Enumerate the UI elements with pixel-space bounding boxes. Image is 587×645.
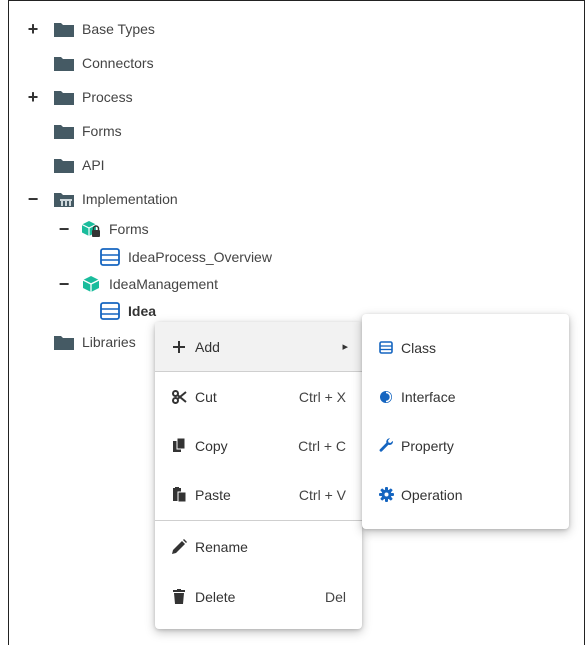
submenu-item-class[interactable]: Class — [362, 323, 569, 372]
tree-item-forms-package[interactable]: Forms — [81, 216, 149, 242]
tree-item-idea[interactable]: Idea — [100, 298, 156, 324]
menu-item-label: Cut — [195, 388, 217, 405]
shortcut-label: Ctrl + V — [298, 486, 346, 503]
submenu-item-label: Operation — [401, 486, 463, 503]
expand-toggle[interactable]: + — [27, 84, 39, 110]
pencil-icon — [171, 539, 187, 555]
class-icon — [378, 340, 394, 356]
shortcut-label: Del — [324, 588, 346, 605]
plus-icon — [171, 339, 187, 355]
collapse-toggle[interactable]: − — [58, 216, 70, 242]
tree-item-ideamanagement[interactable]: IdeaManagement — [81, 271, 218, 297]
tree-item-forms[interactable]: Forms — [54, 118, 122, 144]
tree-item-api[interactable]: API — [54, 152, 105, 178]
tree-item-base-types[interactable]: Base Types — [54, 16, 155, 42]
tree-item-label: Libraries — [82, 334, 136, 350]
class-icon — [100, 302, 120, 320]
submenu-item-property[interactable]: Property — [362, 421, 569, 470]
menu-item-delete[interactable]: Delete Del — [155, 572, 362, 621]
menu-item-label: Rename — [195, 538, 248, 555]
tree-item-label: Idea — [128, 303, 157, 319]
folder-icon — [54, 23, 74, 37]
add-submenu: Class Interface Property Operation — [362, 314, 569, 529]
folder-icon — [54, 91, 74, 105]
tree-item-label: IdeaManagement — [109, 276, 218, 292]
submenu-item-interface[interactable]: Interface — [362, 372, 569, 421]
menu-item-paste[interactable]: Paste Ctrl + V — [155, 470, 362, 519]
menu-item-label: Add — [195, 338, 220, 355]
tree-item-label: Forms — [82, 123, 122, 139]
submenu-item-label: Interface — [401, 388, 456, 405]
library-folder-icon — [54, 193, 74, 207]
context-menu: Add ▸ Cut Ctrl + X Copy Ctrl + C Paste C… — [155, 322, 362, 629]
copy-icon — [171, 438, 187, 454]
menu-item-cut[interactable]: Cut Ctrl + X — [155, 372, 362, 421]
menu-item-label: Delete — [195, 588, 236, 605]
interface-icon — [378, 389, 394, 405]
menu-item-rename[interactable]: Rename — [155, 522, 362, 571]
submenu-item-label: Class — [401, 339, 437, 356]
tree-item-label: Process — [82, 89, 133, 105]
tree-item-implementation[interactable]: Implementation — [54, 186, 178, 212]
menu-item-copy[interactable]: Copy Ctrl + C — [155, 421, 362, 470]
shortcut-label: Ctrl + X — [298, 388, 346, 405]
tree-item-label: Forms — [109, 221, 149, 237]
menu-item-label: Copy — [195, 437, 228, 454]
submenu-arrow-icon: ▸ — [342, 341, 348, 353]
folder-icon — [54, 57, 74, 71]
shortcut-label: Ctrl + C — [298, 437, 346, 454]
tree-item-label: IdeaProcess_Overview — [128, 249, 272, 265]
tree-item-label: Connectors — [82, 55, 154, 71]
tree-item-process[interactable]: Process — [54, 84, 133, 110]
scissors-icon — [171, 389, 187, 405]
locked-package-icon — [81, 221, 100, 237]
folder-icon — [54, 336, 74, 350]
wrench-icon — [378, 438, 394, 454]
tree-item-label: Base Types — [82, 21, 155, 37]
expand-toggle[interactable]: + — [27, 16, 39, 42]
folder-icon — [54, 125, 74, 139]
tree-item-connectors[interactable]: Connectors — [54, 50, 154, 76]
package-icon — [82, 276, 100, 292]
trash-icon — [171, 589, 187, 605]
gear-icon — [378, 487, 394, 503]
tree-item-ideaprocess-overview[interactable]: IdeaProcess_Overview — [100, 244, 272, 270]
submenu-item-operation[interactable]: Operation — [362, 470, 569, 519]
menu-divider — [155, 520, 362, 521]
collapse-toggle[interactable]: − — [27, 186, 39, 212]
tree-item-label: Implementation — [82, 191, 178, 207]
menu-item-label: Paste — [195, 486, 231, 503]
paste-icon — [171, 487, 187, 503]
submenu-item-label: Property — [401, 437, 454, 454]
tree-item-libraries[interactable]: Libraries — [54, 329, 136, 355]
collapse-toggle[interactable]: − — [58, 271, 70, 297]
folder-icon — [54, 159, 74, 173]
class-icon — [100, 248, 120, 266]
menu-item-add[interactable]: Add ▸ — [155, 322, 362, 371]
tree-item-label: API — [82, 157, 105, 173]
